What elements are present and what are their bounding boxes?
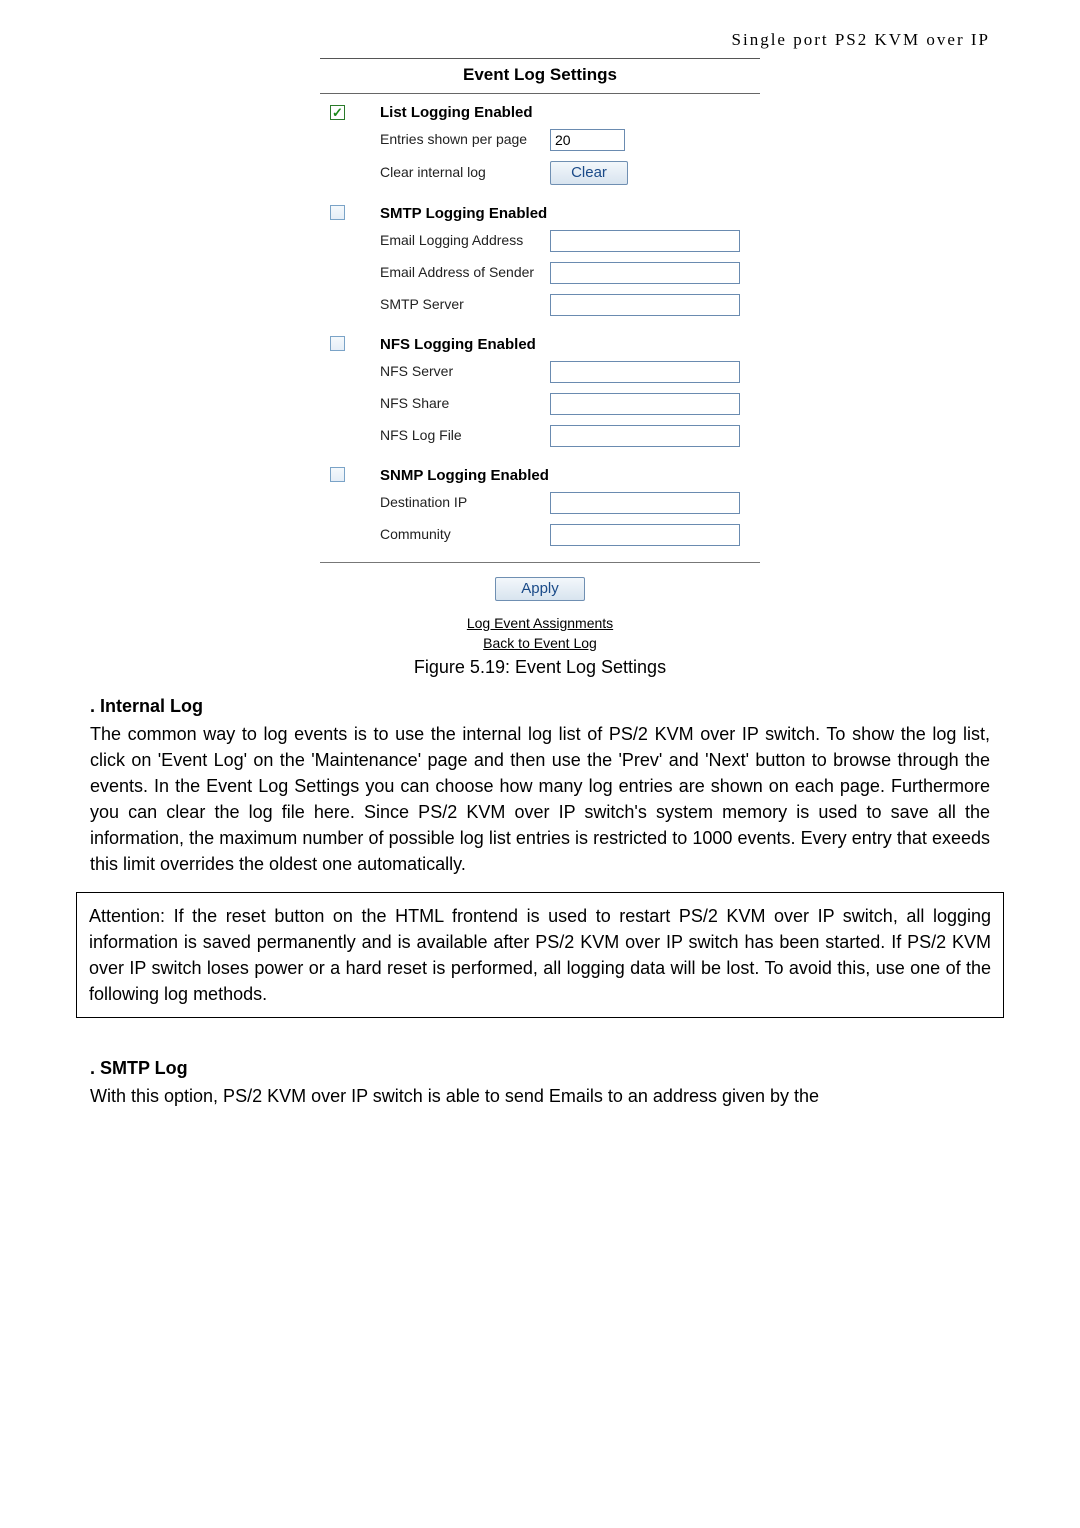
email-sender-label: Email Address of Sender bbox=[380, 264, 550, 282]
page-header: Single port PS2 KVM over IP bbox=[90, 30, 990, 50]
internal-log-heading: . Internal Log bbox=[90, 696, 990, 717]
panel-footer: Apply Log Event Assignments Back to Even… bbox=[320, 562, 760, 651]
log-event-assignments-link[interactable]: Log Event Assignments bbox=[320, 615, 760, 631]
smtp-logging-section: SMTP Logging Enabled Email Logging Addre… bbox=[320, 195, 760, 326]
panel-title: Event Log Settings bbox=[320, 59, 760, 94]
entries-per-page-input[interactable] bbox=[550, 129, 625, 151]
smtp-log-text: With this option, PS/2 KVM over IP switc… bbox=[90, 1083, 990, 1109]
smtp-logging-label: SMTP Logging Enabled bbox=[380, 205, 760, 222]
figure-caption: Figure 5.19: Event Log Settings bbox=[90, 657, 990, 678]
back-to-event-log-link[interactable]: Back to Event Log bbox=[320, 635, 760, 651]
snmp-logging-label: SNMP Logging Enabled bbox=[380, 467, 760, 484]
destination-ip-label: Destination IP bbox=[380, 494, 550, 512]
nfs-logging-checkbox[interactable] bbox=[330, 336, 345, 351]
nfs-server-label: NFS Server bbox=[380, 363, 550, 381]
internal-log-text: The common way to log events is to use t… bbox=[90, 721, 990, 878]
smtp-logging-checkbox[interactable] bbox=[330, 205, 345, 220]
snmp-logging-section: SNMP Logging Enabled Destination IP Comm… bbox=[320, 457, 760, 556]
list-logging-label: List Logging Enabled bbox=[380, 104, 760, 121]
email-logging-address-input[interactable] bbox=[550, 230, 740, 252]
apply-button[interactable]: Apply bbox=[495, 577, 585, 601]
community-label: Community bbox=[380, 526, 550, 544]
clear-button[interactable]: Clear bbox=[550, 161, 628, 185]
smtp-log-heading: . SMTP Log bbox=[90, 1058, 990, 1079]
email-logging-address-label: Email Logging Address bbox=[380, 232, 550, 250]
community-input[interactable] bbox=[550, 524, 740, 546]
nfs-logfile-input[interactable] bbox=[550, 425, 740, 447]
list-logging-checkbox[interactable] bbox=[330, 105, 345, 120]
entries-per-page-label: Entries shown per page bbox=[380, 131, 550, 149]
nfs-share-input[interactable] bbox=[550, 393, 740, 415]
nfs-server-input[interactable] bbox=[550, 361, 740, 383]
smtp-server-label: SMTP Server bbox=[380, 296, 550, 314]
email-sender-input[interactable] bbox=[550, 262, 740, 284]
nfs-logging-label: NFS Logging Enabled bbox=[380, 336, 760, 353]
list-logging-section: List Logging Enabled Entries shown per p… bbox=[320, 94, 760, 195]
event-log-settings-panel: Event Log Settings List Logging Enabled … bbox=[320, 58, 760, 651]
nfs-logging-section: NFS Logging Enabled NFS Server NFS Share… bbox=[320, 326, 760, 457]
attention-box: Attention: If the reset button on the HT… bbox=[76, 892, 1004, 1018]
clear-internal-log-label: Clear internal log bbox=[380, 164, 550, 182]
snmp-logging-checkbox[interactable] bbox=[330, 467, 345, 482]
smtp-server-input[interactable] bbox=[550, 294, 740, 316]
nfs-logfile-label: NFS Log File bbox=[380, 427, 550, 445]
destination-ip-input[interactable] bbox=[550, 492, 740, 514]
nfs-share-label: NFS Share bbox=[380, 395, 550, 413]
